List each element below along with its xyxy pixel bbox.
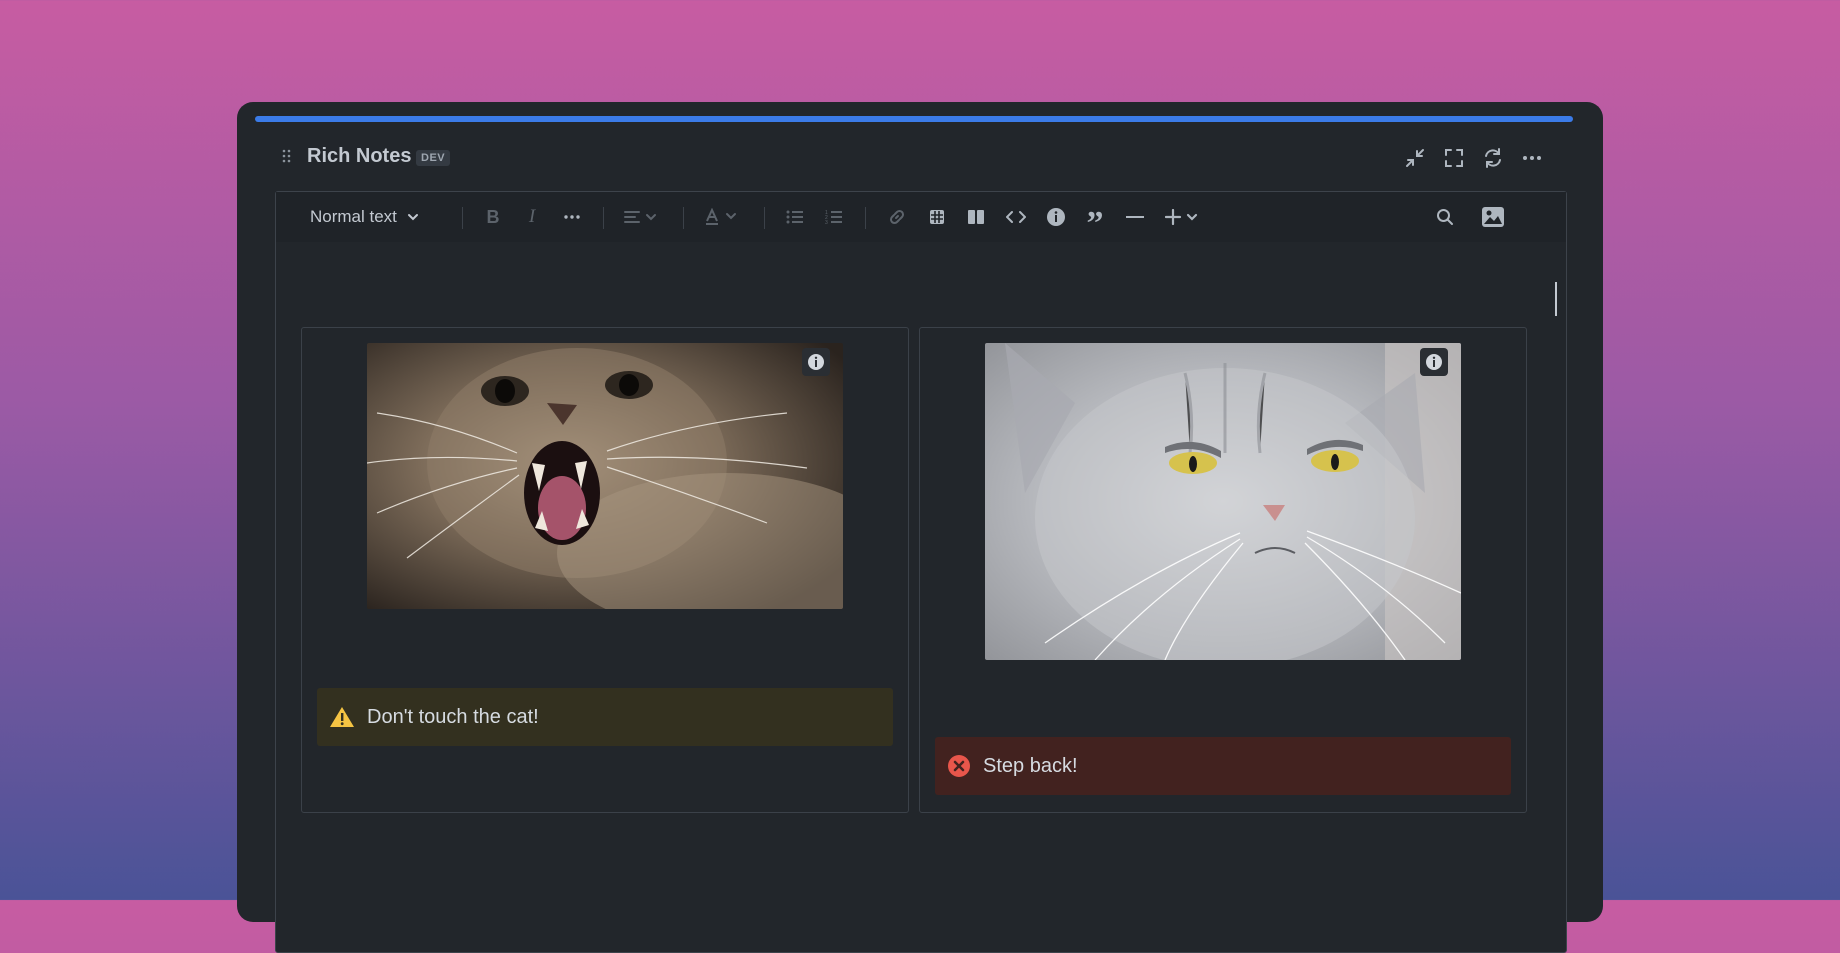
text-style-select[interactable]: Normal text: [310, 204, 440, 230]
app-window: Rich Notes DEV Normal text B I 1 2 3 ” D…: [237, 102, 1603, 953]
cat-image-angry[interactable]: [367, 343, 843, 609]
link-icon[interactable]: [884, 204, 910, 230]
text-cursor: [1555, 282, 1557, 316]
error-text: Step back!: [983, 754, 1078, 777]
warning-panel: Don't touch the cat!: [317, 688, 893, 746]
warning-text: Don't touch the cat!: [367, 705, 539, 728]
svg-text:3: 3: [825, 220, 828, 225]
dev-badge: DEV: [416, 150, 451, 166]
editor: Normal text B I 1 2 3 ” Don't touch the …: [275, 191, 1567, 953]
bold-icon[interactable]: B: [480, 204, 506, 230]
info-icon[interactable]: [1420, 348, 1448, 376]
drag-handle-icon[interactable]: [282, 149, 292, 163]
more-formatting-icon[interactable]: [559, 204, 585, 230]
italic-icon[interactable]: I: [519, 204, 545, 230]
column-right: Step back!: [919, 327, 1527, 813]
separator: [603, 207, 604, 229]
accent-bar: [255, 116, 1573, 122]
layout-icon[interactable]: [963, 204, 989, 230]
separator: [462, 207, 463, 229]
fullscreen-icon[interactable]: [1441, 145, 1467, 171]
info-icon[interactable]: [802, 348, 830, 376]
warning-icon: [329, 706, 355, 728]
bullet-list-icon[interactable]: [782, 204, 808, 230]
chevron-down-icon: [407, 213, 419, 221]
column-left: Don't touch the cat!: [301, 327, 909, 813]
code-icon[interactable]: [1003, 204, 1029, 230]
separator: [683, 207, 684, 229]
collapse-icon[interactable]: [1402, 145, 1428, 171]
text-style-label: Normal text: [310, 207, 397, 226]
refresh-icon[interactable]: [1480, 145, 1506, 171]
error-panel: Step back!: [935, 737, 1511, 795]
insert-icon[interactable]: [1163, 204, 1203, 230]
text-color-icon[interactable]: [701, 204, 741, 230]
quote-icon[interactable]: ”: [1082, 204, 1108, 241]
alignment-icon[interactable]: [621, 204, 661, 230]
header: Rich Notes DEV: [237, 140, 1603, 176]
app-title: Rich Notes: [307, 145, 412, 167]
separator: [764, 207, 765, 229]
info-panel-icon[interactable]: [1043, 204, 1069, 230]
toolbar: Normal text B I 1 2 3 ”: [276, 192, 1566, 242]
error-icon: [947, 754, 971, 778]
search-icon[interactable]: [1432, 204, 1458, 230]
separator: [865, 207, 866, 229]
table-icon[interactable]: [924, 204, 950, 230]
divider-icon[interactable]: [1122, 204, 1148, 230]
cat-image-grumpy[interactable]: [985, 343, 1461, 660]
image-icon[interactable]: [1479, 204, 1507, 230]
numbered-list-icon[interactable]: 123: [821, 204, 847, 230]
more-icon[interactable]: [1519, 145, 1545, 171]
